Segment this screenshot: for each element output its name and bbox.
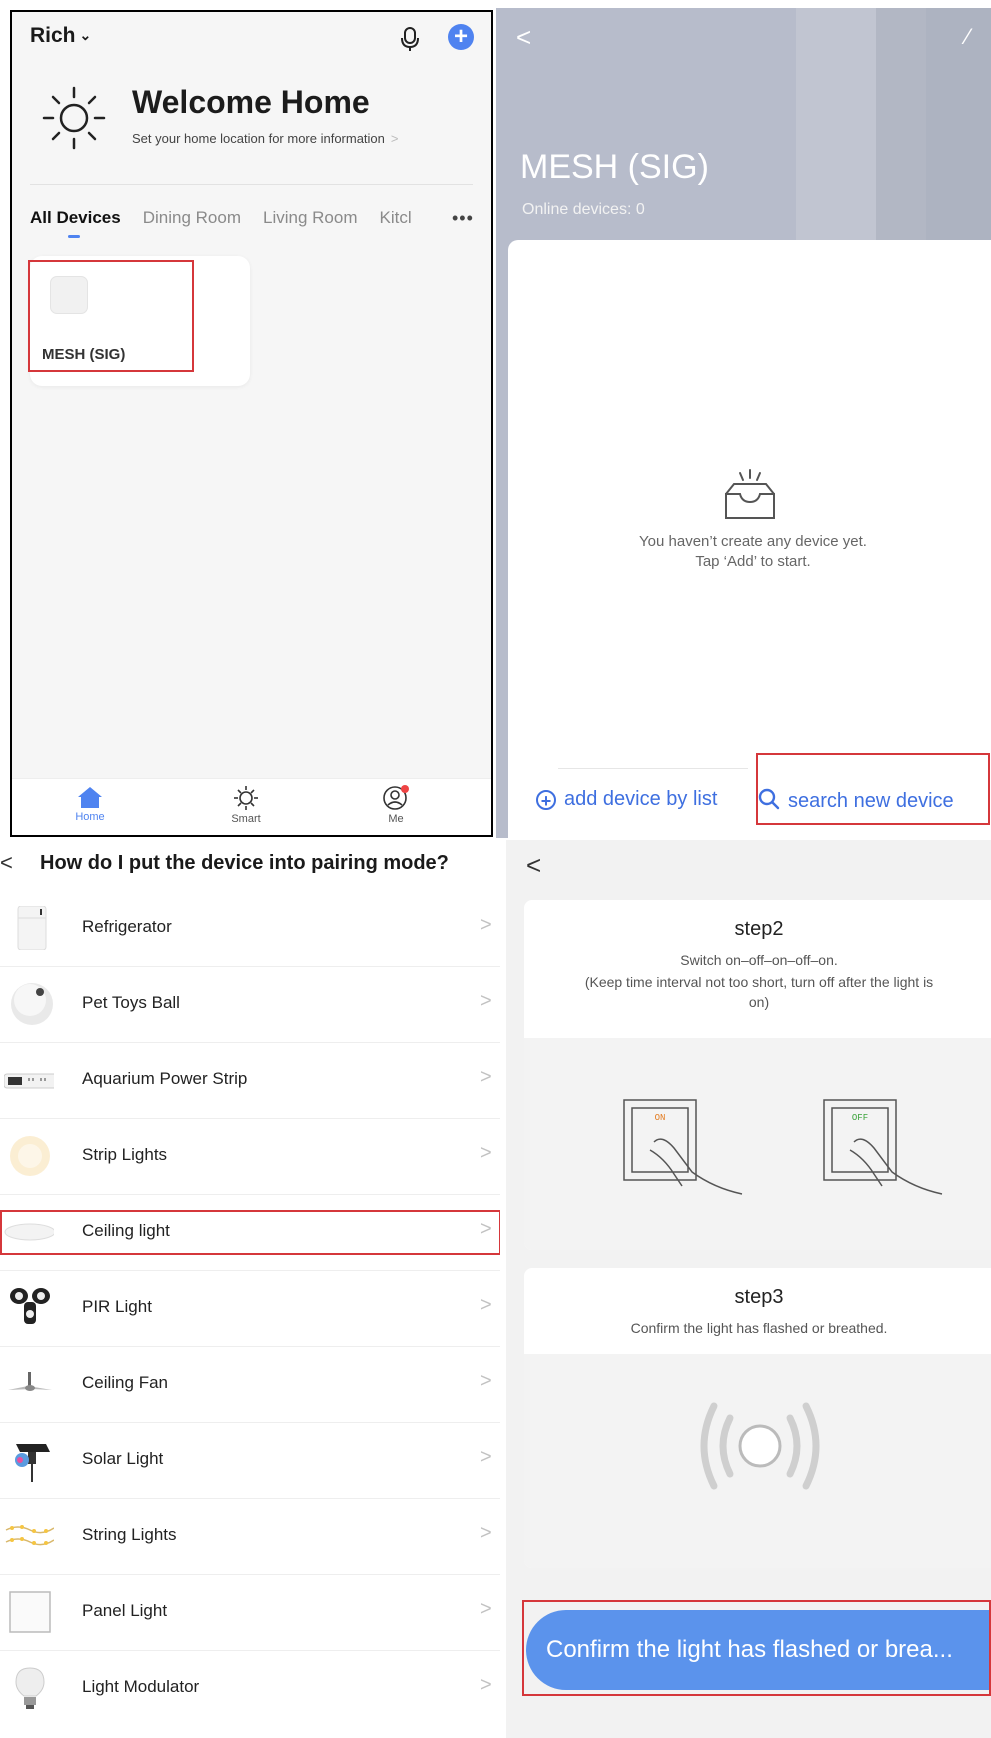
pairing-help-screen: < How do I put the device into pairing m… (0, 840, 500, 1738)
page-title: How do I put the device into pairing mod… (40, 852, 449, 874)
chevron-right-icon: > (480, 1066, 492, 1088)
list-item-strip-lights[interactable]: Strip Lights > (0, 1118, 500, 1195)
back-icon[interactable]: < (0, 850, 13, 876)
list-item-aquarium-power-strip[interactable]: Aquarium Power Strip > (0, 1042, 500, 1119)
step-instruction: on) (748, 994, 770, 1010)
divider (558, 768, 748, 769)
pairing-steps-screen: < step2 Switch on–off–on–off–on. (Keep t… (506, 840, 991, 1738)
device-list-card: You haven’t create any device yet. Tap ‘… (508, 240, 991, 838)
sun-icon (42, 86, 106, 150)
more-tabs-button[interactable]: ••• (452, 208, 474, 229)
mesh-screen: < ⁄ MESH (SIG) Online devices: 0 You hav… (496, 8, 991, 838)
home-screen: Rich ⌄ + Welcome Home Set your home locat… (10, 10, 493, 837)
step-title: step2 (734, 918, 784, 940)
chevron-right-icon: > (480, 1446, 492, 1468)
add-device-by-list-button[interactable]: + add device by list (536, 788, 717, 811)
chevron-down-icon: ⌄ (79, 27, 92, 43)
nav-smart[interactable]: Smart (216, 785, 276, 825)
active-tab-indicator (68, 235, 80, 238)
add-device-button[interactable]: + (448, 24, 474, 50)
step-title: step3 (734, 1286, 784, 1308)
step2-card: step2 Switch on–off–on–off–on. (Keep tim… (524, 900, 991, 1250)
list-item-light-modulator[interactable]: Light Modulator > (0, 1650, 500, 1726)
sun-icon (234, 786, 258, 810)
room-tabs: All Devices Dining Room Living Room Kitcl (30, 208, 434, 228)
off-label: OFF (852, 1113, 868, 1123)
list-item-pir-light[interactable]: PIR Light > (0, 1270, 500, 1347)
chevron-right-icon: > (390, 131, 399, 146)
step-instruction: Switch on–off–on–off–on. (680, 952, 838, 968)
tab-all-devices[interactable]: All Devices (30, 208, 121, 227)
location-link[interactable]: Set your home location for more informat… (132, 131, 399, 146)
welcome-title: Welcome Home (132, 84, 370, 120)
bulb-icon (15, 1667, 45, 1709)
step3-card: step3 Confirm the light has flashed or b… (524, 1268, 991, 1568)
nav-home[interactable]: Home (60, 785, 120, 823)
pir-light-icon (10, 1288, 50, 1324)
microphone-icon[interactable] (398, 26, 422, 52)
list-item-pet-toys-ball[interactable]: Pet Toys Ball > (0, 966, 500, 1043)
list-item-refrigerator[interactable]: Refrigerator > (0, 890, 500, 967)
highlight-box (756, 753, 990, 825)
list-item-string-lights[interactable]: String Lights > (0, 1498, 500, 1575)
empty-message: You haven’t create any device yet. (639, 533, 867, 550)
empty-box-icon (725, 469, 775, 519)
strip-lights-icon (10, 1136, 50, 1176)
panel-light-icon (9, 1591, 51, 1633)
list-item-ceiling-fan[interactable]: Ceiling Fan > (0, 1346, 500, 1423)
tab-dining-room[interactable]: Dining Room (143, 208, 241, 227)
highlight-box (522, 1600, 991, 1696)
chevron-right-icon: > (480, 1370, 492, 1392)
highlight-box (28, 260, 194, 372)
list-item-solar-light[interactable]: Solar Light > (0, 1422, 500, 1499)
chevron-right-icon: > (480, 1674, 492, 1696)
tab-kitchen[interactable]: Kitcl (380, 208, 412, 227)
online-count: Online devices: 0 (522, 201, 645, 218)
chevron-right-icon: > (480, 1522, 492, 1544)
plus-circle-icon: + (536, 790, 556, 811)
flash-illustration (524, 1354, 991, 1568)
back-icon[interactable]: < (526, 850, 541, 881)
refrigerator-icon (17, 906, 47, 950)
background-photo (876, 8, 991, 248)
page-title: MESH (SIG) (520, 148, 709, 186)
back-icon[interactable]: < (516, 22, 531, 53)
ceiling-fan-icon (8, 1372, 52, 1391)
step-instruction: (Keep time interval not too short, turn … (584, 974, 934, 990)
on-label: ON (655, 1113, 666, 1123)
home-icon (78, 787, 102, 808)
ball-icon (11, 983, 53, 1025)
chevron-right-icon: > (480, 1294, 492, 1316)
profile-icon (383, 785, 409, 810)
flashing-light-icon (700, 1402, 820, 1490)
nav-me[interactable]: Me (366, 785, 426, 825)
home-selector[interactable]: Rich ⌄ (30, 24, 91, 48)
list-item-panel-light[interactable]: Panel Light > (0, 1574, 500, 1651)
solar-light-icon (15, 1444, 50, 1482)
empty-hint: Tap ‘Add’ to start. (695, 553, 811, 570)
chevron-right-icon: > (480, 1142, 492, 1164)
chevron-right-icon: > (480, 914, 492, 936)
tab-living-room[interactable]: Living Room (263, 208, 358, 227)
divider (30, 184, 473, 185)
power-strip-icon (4, 1073, 54, 1089)
string-lights-icon (5, 1525, 54, 1546)
switch-illustration: ON OFF (524, 1038, 991, 1250)
edit-icon[interactable]: ⁄ (966, 24, 970, 50)
switch-hand-icon: ON OFF (623, 1099, 943, 1195)
chevron-right-icon: > (480, 990, 492, 1012)
chevron-right-icon: > (480, 1598, 492, 1620)
highlight-box (0, 1210, 500, 1255)
step-instruction: Confirm the light has flashed or breathe… (630, 1320, 888, 1336)
bottom-nav: Home Smart Me (12, 778, 491, 835)
